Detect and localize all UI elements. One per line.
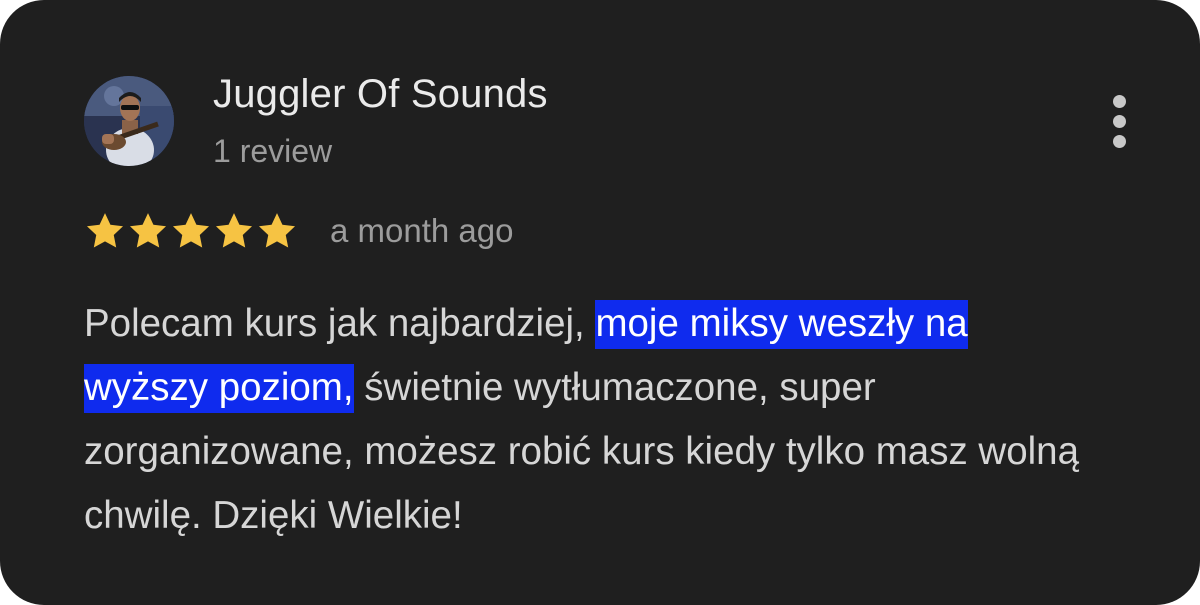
review-text-part: Polecam kurs jak najbardziej, [84, 302, 596, 345]
star-icon [258, 213, 296, 248]
more-dot [1113, 95, 1126, 108]
review-card: Juggler Of Sounds 1 review a month ago P… [0, 0, 1200, 605]
star-icon [129, 213, 167, 248]
more-dot [1113, 135, 1126, 148]
star-icon [215, 213, 253, 248]
star-icon [86, 213, 124, 248]
review-text: Polecam kurs jak najbardziej, moje miksy… [84, 292, 1144, 548]
avatar[interactable] [84, 76, 174, 166]
avatar-image [84, 76, 174, 166]
highlighted-text: moje miksy weszły na [595, 300, 968, 349]
review-date: a month ago [330, 212, 514, 249]
author-name[interactable]: Juggler Of Sounds [213, 72, 548, 117]
more-vertical-icon[interactable] [1098, 92, 1142, 152]
star-icon [172, 213, 210, 248]
star-rating [84, 210, 298, 254]
more-dot [1113, 115, 1126, 128]
author-review-count: 1 review [213, 133, 333, 169]
highlighted-text: wyższy poziom, [84, 364, 354, 413]
